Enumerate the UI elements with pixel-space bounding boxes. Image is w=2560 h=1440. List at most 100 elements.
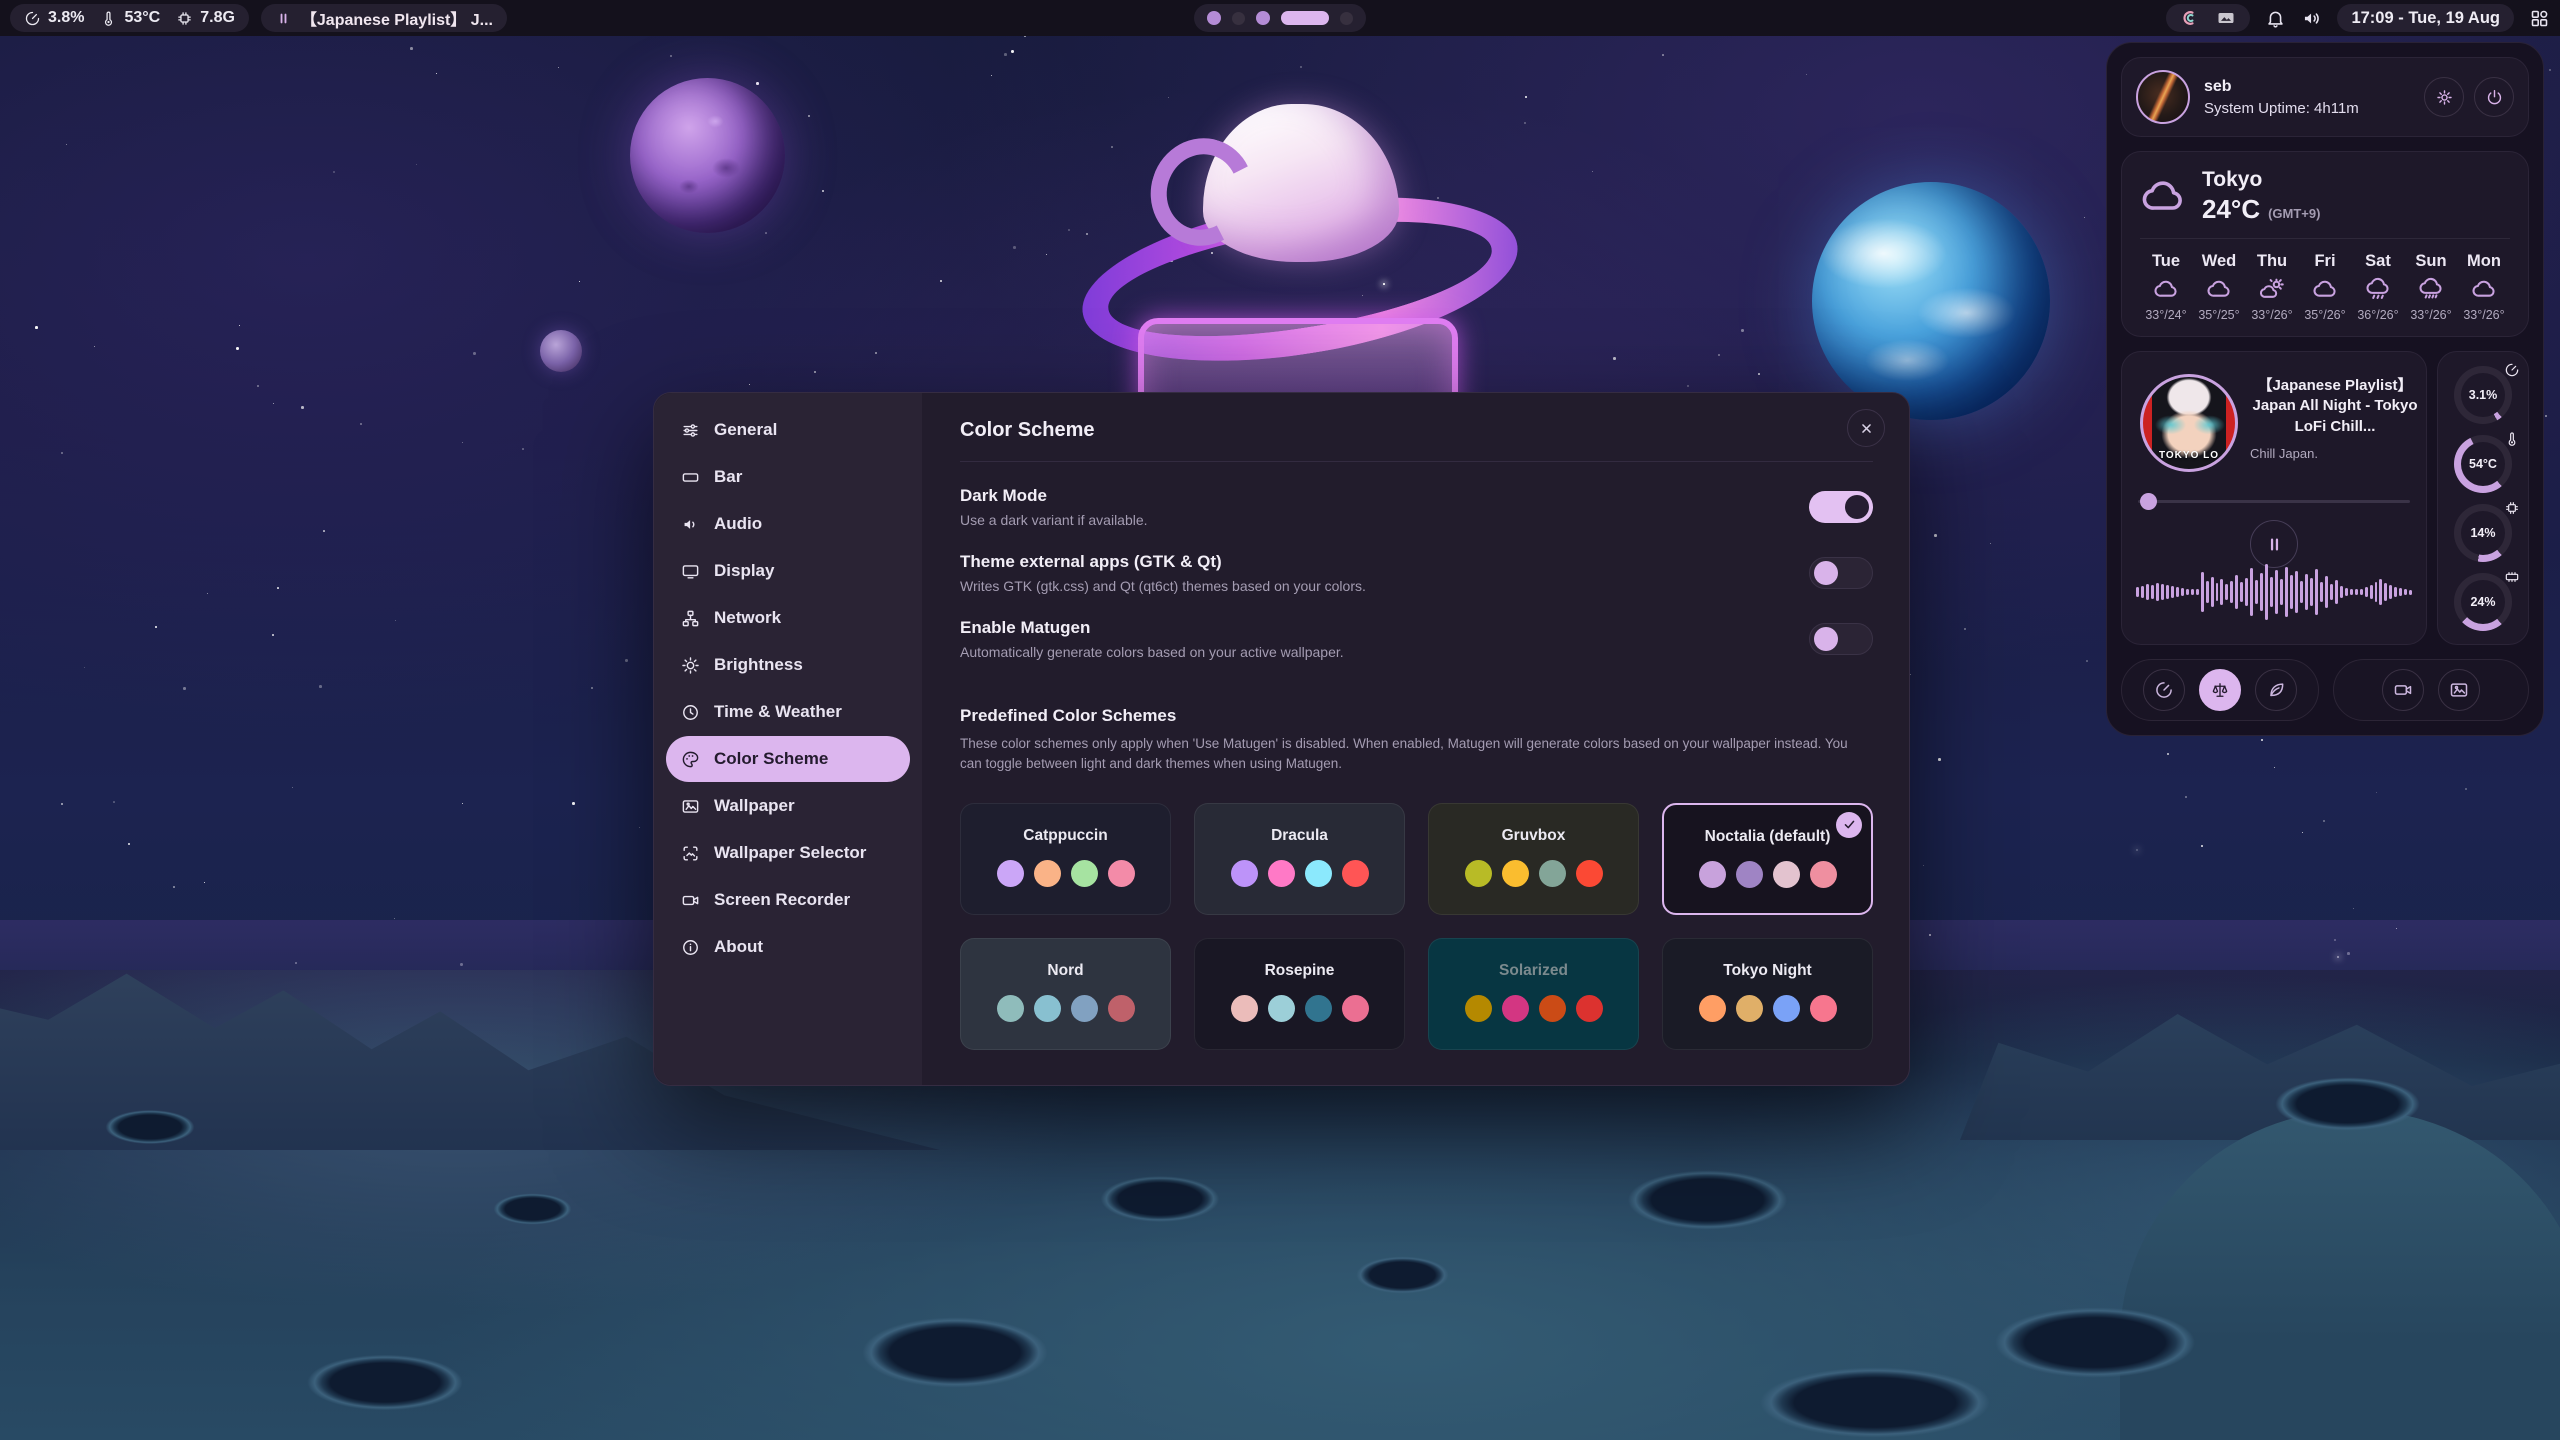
workspace-dot-active[interactable] bbox=[1281, 11, 1329, 25]
sidebar-item-display[interactable]: Display bbox=[666, 548, 910, 594]
scheme-name: Catppuccin bbox=[1023, 827, 1107, 845]
setting-row-dark-mode: Dark ModeUse a dark variant if available… bbox=[960, 486, 1873, 528]
chip-icon bbox=[176, 10, 193, 27]
sidebar-item-bar[interactable]: Bar bbox=[666, 454, 910, 500]
forecast-day-sat: Sat36°/26° bbox=[2352, 252, 2404, 322]
forecast-temps: 33°/26° bbox=[2410, 308, 2451, 322]
forecast-day-fri: Fri35°/26° bbox=[2299, 252, 2351, 322]
scheme-color-dot bbox=[1108, 860, 1135, 887]
bar-media-label: 【Japanese Playlist】 J... bbox=[301, 6, 493, 30]
visualizer-bar bbox=[2330, 584, 2333, 600]
visualizer-bar bbox=[2394, 587, 2397, 597]
scheme-card-rosepine[interactable]: Rosepine bbox=[1194, 938, 1405, 1050]
forecast-day-label: Mon bbox=[2467, 252, 2501, 271]
workspace-dot-occupied[interactable] bbox=[1207, 11, 1221, 25]
scheme-name: Dracula bbox=[1271, 827, 1328, 845]
overview-icon[interactable] bbox=[2529, 8, 2550, 29]
visualizer-bar bbox=[2136, 587, 2139, 597]
tray-app-icon[interactable] bbox=[2180, 8, 2200, 28]
theme-external-apps-toggle[interactable] bbox=[1809, 557, 1873, 589]
top-bar: 3.8%53°C7.8G 【Japanese Playlist】 J... 17… bbox=[0, 0, 2560, 36]
divider bbox=[2140, 238, 2510, 239]
sidebar-item-label: About bbox=[714, 937, 763, 957]
close-icon[interactable] bbox=[1847, 409, 1885, 447]
visualizer-bar bbox=[2146, 584, 2149, 600]
quick-actions bbox=[2121, 659, 2529, 721]
scheme-card-solarized[interactable]: Solarized bbox=[1428, 938, 1639, 1050]
scheme-card-catppuccin[interactable]: Catppuccin bbox=[960, 803, 1171, 915]
bar-media-pill[interactable]: 【Japanese Playlist】 J... bbox=[261, 4, 507, 32]
sidebar-item-network[interactable]: Network bbox=[666, 595, 910, 641]
section-head: Predefined Color Schemes These color sch… bbox=[960, 706, 1873, 775]
gear-icon[interactable] bbox=[2424, 77, 2464, 117]
media-progress-handle[interactable] bbox=[2140, 493, 2157, 510]
visualizer-bar bbox=[2355, 589, 2358, 595]
sidebar-item-audio[interactable]: Audio bbox=[666, 501, 910, 547]
scheme-color-dot bbox=[1034, 860, 1061, 887]
sidebar-item-color-scheme[interactable]: Color Scheme bbox=[666, 736, 910, 782]
sidebar-item-time-weather[interactable]: Time & Weather bbox=[666, 689, 910, 735]
cloud-icon bbox=[2206, 276, 2233, 303]
profile-performance-button[interactable] bbox=[2143, 669, 2185, 711]
scheme-color-dot bbox=[1305, 860, 1332, 887]
sidebar-item-brightness[interactable]: Brightness bbox=[666, 642, 910, 688]
scheme-color-dot bbox=[1699, 861, 1726, 888]
leaf-icon bbox=[2266, 680, 2286, 700]
forecast-day-label: Tue bbox=[2152, 252, 2180, 271]
visualizer-bar bbox=[2141, 586, 2144, 598]
clock-pill[interactable]: 17:09 - Tue, 19 Aug bbox=[2337, 4, 2514, 32]
visualizer-bar bbox=[2320, 582, 2323, 602]
setting-subtitle: Automatically generate colors based on y… bbox=[960, 644, 1344, 660]
sidebar-item-label: Display bbox=[714, 561, 774, 581]
forecast-day-tue: Tue33°/24° bbox=[2140, 252, 2192, 322]
visualizer-bar bbox=[2270, 577, 2273, 607]
sidebar-item-general[interactable]: General bbox=[666, 407, 910, 453]
avatar[interactable] bbox=[2136, 70, 2190, 124]
volume-icon[interactable] bbox=[2301, 8, 2322, 29]
workspace-dot-occupied[interactable] bbox=[1256, 11, 1270, 25]
power-icon[interactable] bbox=[2474, 77, 2514, 117]
system-stat-value: 53°C bbox=[124, 9, 160, 27]
visualizer-bar bbox=[2245, 578, 2248, 606]
profile-power-saver-button[interactable] bbox=[2255, 669, 2297, 711]
screen-recorder-button[interactable] bbox=[2382, 669, 2424, 711]
wallpaper-selector-button[interactable] bbox=[2438, 669, 2480, 711]
bell-icon[interactable] bbox=[2265, 8, 2286, 29]
system-monitor-pill[interactable]: 3.8%53°C7.8G bbox=[10, 4, 249, 32]
scheme-card-tokyo-night[interactable]: Tokyo Night bbox=[1662, 938, 1873, 1050]
sidebar-item-wallpaper-selector[interactable]: Wallpaper Selector bbox=[666, 830, 910, 876]
workspace-dot-empty[interactable] bbox=[1232, 12, 1245, 25]
toggle-list: Dark ModeUse a dark variant if available… bbox=[960, 486, 1873, 660]
display-icon bbox=[681, 562, 700, 581]
scheme-name: Nord bbox=[1047, 962, 1083, 980]
forecast-temps: 33°/26° bbox=[2251, 308, 2292, 322]
sidebar-item-wallpaper[interactable]: Wallpaper bbox=[666, 783, 910, 829]
sidebar-item-about[interactable]: About bbox=[666, 924, 910, 970]
profile-balanced-button[interactable] bbox=[2199, 669, 2241, 711]
scheme-color-dot bbox=[1465, 860, 1492, 887]
visualizer-bar bbox=[2389, 585, 2392, 599]
scheme-color-dot bbox=[1342, 860, 1369, 887]
scheme-card-dracula[interactable]: Dracula bbox=[1194, 803, 1405, 915]
screenshot-icon[interactable] bbox=[2216, 8, 2236, 28]
scheme-color-dot bbox=[1502, 860, 1529, 887]
scheme-card-nord[interactable]: Nord bbox=[960, 938, 1171, 1050]
visualizer-bar bbox=[2379, 579, 2382, 605]
visualizer-bar bbox=[2365, 587, 2368, 597]
scheme-card-noctalia-default[interactable]: Noctalia (default) bbox=[1662, 803, 1873, 915]
workspace-dot-empty[interactable] bbox=[1340, 12, 1353, 25]
forecast-day-label: Sat bbox=[2365, 252, 2391, 271]
visualizer-bar bbox=[2196, 589, 2199, 595]
weather-temp: 24°C bbox=[2202, 194, 2260, 225]
dark-mode-toggle[interactable] bbox=[1809, 491, 1873, 523]
setting-row-enable-matugen: Enable MatugenAutomatically generate col… bbox=[960, 618, 1873, 660]
enable-matugen-toggle[interactable] bbox=[1809, 623, 1873, 655]
pause-icon bbox=[275, 10, 292, 27]
scheme-card-gruvbox[interactable]: Gruvbox bbox=[1428, 803, 1639, 915]
sidebar-item-label: Time & Weather bbox=[714, 702, 842, 722]
album-art-caption: TOKYO LO bbox=[2143, 450, 2235, 461]
sidebar-item-screen-recorder[interactable]: Screen Recorder bbox=[666, 877, 910, 923]
visualizer-bar bbox=[2399, 588, 2402, 596]
scales-icon bbox=[2210, 680, 2230, 700]
media-progress-bar[interactable] bbox=[2138, 500, 2410, 503]
